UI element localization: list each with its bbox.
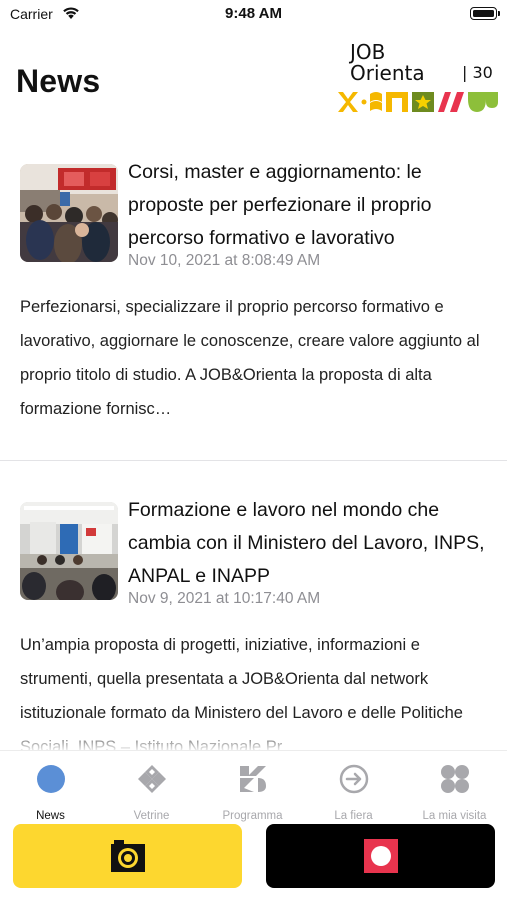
logo-wordmark: JOB Orienta [350, 40, 425, 85]
scroll-fade [0, 728, 507, 750]
circle-icon [37, 765, 65, 793]
four-circles-icon [441, 765, 469, 793]
tab-la-fiera[interactable]: La fiera [303, 762, 404, 822]
tab-vetrine[interactable]: Vetrine [101, 762, 202, 822]
vetrine-icon [138, 765, 166, 793]
article-date: Nov 9, 2021 at 10:17:40 AM [128, 590, 321, 607]
tab-label: La fiera [334, 810, 373, 822]
article-thumbnail [20, 164, 118, 262]
tab-news[interactable]: News [0, 762, 101, 822]
arrow-circle-icon [339, 764, 369, 794]
article-title: Formazione e lavoro nel mondo che cambia… [128, 499, 485, 587]
article-title: Corsi, master e aggiornamento: le propos… [128, 161, 432, 249]
battery-icon [470, 7, 500, 20]
logo-shapes-icon [338, 92, 498, 112]
programma-icon [240, 766, 266, 792]
article-divider [0, 460, 507, 461]
article-date: Nov 10, 2021 at 8:08:49 AM [128, 252, 321, 269]
logo-edition: | 30 [462, 63, 493, 82]
article-thumbnail [20, 502, 118, 600]
conference-photo-icon [20, 502, 118, 600]
tab-la-mia-visita[interactable]: La mia visita [404, 762, 505, 822]
article-card[interactable]: Corsi, master e aggiornamento: le propos… [0, 150, 507, 450]
record-icon [364, 839, 398, 873]
tab-label: News [36, 810, 65, 822]
article-excerpt: Perfezionarsi, specializzare il proprio … [20, 298, 480, 418]
tab-label: La mia visita [422, 810, 487, 822]
job-orienta-logo: JOB Orienta | 30 [336, 42, 500, 118]
crowd-photo-icon [20, 164, 118, 262]
tab-programma[interactable]: Programma [202, 762, 303, 822]
tab-bar: News Vetrine Programma La fiera La mia v… [0, 750, 507, 822]
status-bar: Carrier 9:48 AM [0, 0, 507, 30]
tab-label: Vetrine [133, 810, 170, 822]
tab-label: Programma [222, 810, 283, 822]
article-card[interactable]: Formazione e lavoro nel mondo che cambia… [0, 488, 507, 750]
camera-button[interactable] [13, 824, 242, 888]
clock: 9:48 AM [225, 5, 282, 22]
page-title: News [16, 63, 101, 99]
record-button[interactable] [266, 824, 495, 888]
camera-icon [111, 840, 145, 872]
